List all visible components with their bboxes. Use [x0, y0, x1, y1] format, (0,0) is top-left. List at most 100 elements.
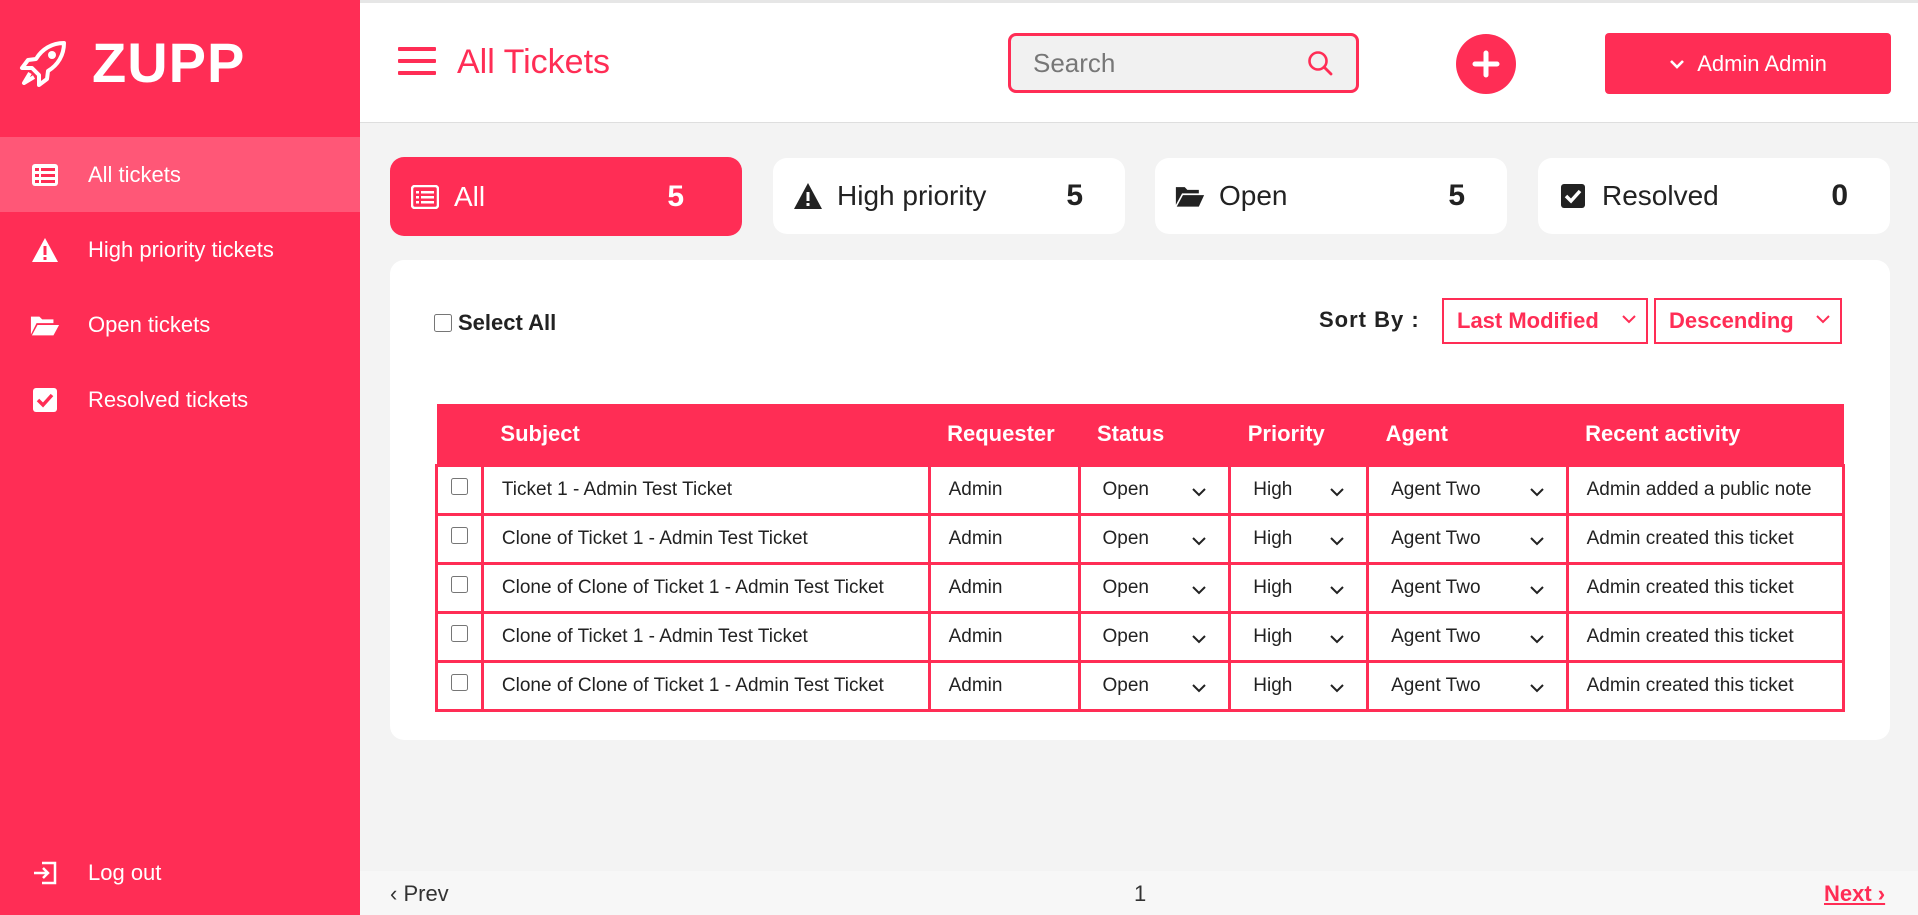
status-select[interactable]: Open: [1077, 561, 1232, 614]
row-select-cell: [435, 610, 484, 663]
priority-select[interactable]: High: [1228, 512, 1370, 565]
status-value: Open: [1102, 576, 1149, 598]
header-requester[interactable]: Requester: [929, 404, 1079, 465]
select-all[interactable]: Select All: [434, 310, 556, 336]
next-page-link[interactable]: Next ›: [1824, 881, 1885, 907]
card-label: High priority: [837, 180, 987, 211]
subject-cell[interactable]: Clone of Clone of Ticket 1 - Admin Test …: [480, 561, 931, 614]
sidebar-item-open-tickets[interactable]: Open tickets: [0, 287, 360, 362]
agent-value: Agent Two: [1391, 527, 1481, 549]
priority-value: High: [1253, 478, 1293, 500]
search-input[interactable]: [1033, 48, 1303, 78]
agent-value: Agent Two: [1391, 478, 1481, 500]
chevron-down-icon: [1330, 634, 1344, 643]
header-status[interactable]: Status: [1079, 404, 1230, 465]
card-high-priority[interactable]: High priority 5: [773, 158, 1125, 234]
status-value: Open: [1102, 527, 1149, 549]
prev-page-link[interactable]: ‹ Prev: [390, 881, 449, 907]
chevron-down-icon: [1192, 536, 1206, 545]
agent-select[interactable]: Agent Two: [1366, 463, 1569, 516]
sidebar-item-label: Resolved tickets: [88, 386, 249, 412]
list-icon: [30, 160, 60, 190]
agent-select[interactable]: Agent Two: [1366, 659, 1569, 712]
select-all-checkbox[interactable]: [434, 314, 452, 332]
card-count: 5: [667, 179, 684, 213]
header-priority[interactable]: Priority: [1230, 404, 1368, 465]
chevron-down-icon: [1192, 683, 1206, 692]
subject-cell[interactable]: Clone of Ticket 1 - Admin Test Ticket: [480, 512, 931, 565]
requester-cell: Admin: [927, 659, 1081, 712]
table-row[interactable]: Clone of Clone of Ticket 1 - Admin Test …: [435, 659, 1846, 712]
brand[interactable]: ZUPP: [18, 30, 245, 95]
row-select-cell: [435, 561, 484, 614]
chevron-down-icon: [1529, 634, 1544, 643]
sort-order-select[interactable]: Descending: [1654, 298, 1842, 344]
user-menu-button[interactable]: Admin Admin: [1605, 33, 1891, 94]
priority-select[interactable]: High: [1228, 610, 1370, 663]
requester-cell: Admin: [927, 561, 1081, 614]
folder-open-icon: [1175, 181, 1205, 211]
subject-cell[interactable]: Clone of Clone of Ticket 1 - Admin Test …: [480, 659, 931, 712]
status-select[interactable]: Open: [1077, 512, 1232, 565]
card-all[interactable]: All 5: [390, 157, 742, 236]
chevron-down-icon: [1330, 487, 1344, 496]
priority-value: High: [1253, 576, 1293, 598]
chevron-down-icon: [1192, 585, 1206, 594]
subject-cell[interactable]: Ticket 1 - Admin Test Ticket: [480, 463, 931, 516]
top-header: All Tickets Admin Admin: [360, 0, 1918, 123]
card-resolved[interactable]: Resolved 0: [1538, 158, 1890, 234]
sidebar-item-all-tickets[interactable]: All tickets: [0, 137, 360, 212]
status-select[interactable]: Open: [1077, 463, 1232, 516]
card-open[interactable]: Open 5: [1155, 158, 1507, 234]
card-label: Open: [1219, 180, 1288, 211]
chevron-down-icon: [1330, 585, 1344, 594]
select-all-label: Select All: [458, 310, 557, 335]
priority-select[interactable]: High: [1228, 659, 1370, 712]
header-agent[interactable]: Agent: [1368, 404, 1568, 465]
row-checkbox[interactable]: [450, 576, 468, 593]
row-checkbox[interactable]: [450, 478, 468, 495]
header-subject[interactable]: Subject: [482, 404, 929, 465]
search-icon[interactable]: [1306, 49, 1334, 77]
row-select-cell: [435, 659, 484, 712]
rocket-icon: [20, 40, 66, 87]
priority-select[interactable]: High: [1228, 463, 1370, 516]
sidebar-nav: All tickets High priority tickets Open t…: [0, 137, 360, 437]
warning-icon: [793, 181, 823, 211]
sidebar-item-high-priority-tickets[interactable]: High priority tickets: [0, 212, 360, 287]
add-ticket-button[interactable]: [1456, 34, 1516, 94]
sidebar: ZUPP All tickets High priority tickets O…: [0, 0, 360, 915]
subject-cell[interactable]: Clone of Ticket 1 - Admin Test Ticket: [480, 610, 931, 663]
chevron-down-icon: [1330, 536, 1344, 545]
agent-select[interactable]: Agent Two: [1366, 610, 1569, 663]
status-select[interactable]: Open: [1077, 610, 1232, 663]
card-label: All: [454, 180, 486, 212]
row-select-cell: [435, 463, 484, 516]
priority-select[interactable]: High: [1228, 561, 1370, 614]
header-recent-activity[interactable]: Recent activity: [1567, 404, 1843, 465]
search-box: [1008, 33, 1359, 93]
sidebar-item-resolved-tickets[interactable]: Resolved tickets: [0, 362, 360, 437]
agent-select[interactable]: Agent Two: [1366, 561, 1569, 614]
chevron-down-icon: [1192, 487, 1206, 496]
table-row[interactable]: Ticket 1 - Admin Test Ticket Admin Open …: [435, 463, 1846, 516]
table-row[interactable]: Clone of Clone of Ticket 1 - Admin Test …: [435, 561, 1846, 614]
priority-value: High: [1253, 674, 1293, 696]
recent-activity-cell: Admin created this ticket: [1565, 561, 1846, 614]
card-count: 5: [1066, 179, 1083, 212]
menu-toggle-icon[interactable]: [398, 47, 436, 77]
logout-button[interactable]: Log out: [30, 858, 161, 888]
row-checkbox[interactable]: [450, 625, 468, 642]
logout-label: Log out: [88, 860, 162, 885]
row-checkbox[interactable]: [450, 527, 468, 544]
agent-select[interactable]: Agent Two: [1366, 512, 1569, 565]
chevron-down-icon: [1622, 315, 1636, 324]
sort-field-select[interactable]: Last Modified: [1442, 298, 1648, 344]
table-row[interactable]: Clone of Ticket 1 - Admin Test Ticket Ad…: [435, 610, 1846, 663]
table-row[interactable]: Clone of Ticket 1 - Admin Test Ticket Ad…: [435, 512, 1846, 565]
status-select[interactable]: Open: [1077, 659, 1232, 712]
chevron-down-icon: [1192, 634, 1206, 643]
row-checkbox[interactable]: [450, 674, 468, 691]
agent-value: Agent Two: [1391, 674, 1481, 696]
card-label: Resolved: [1602, 180, 1719, 211]
